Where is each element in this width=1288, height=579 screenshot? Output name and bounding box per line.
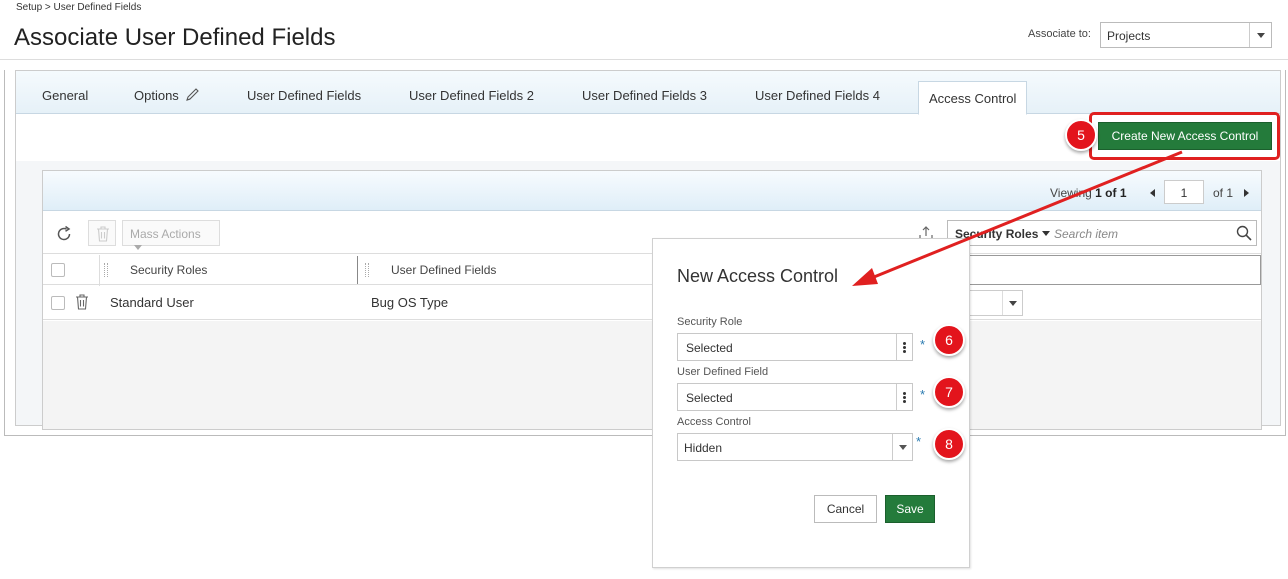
associate-to-value: Projects — [1107, 29, 1151, 43]
search-input[interactable]: Search item — [1054, 227, 1118, 241]
pager-of-label: of 1 — [1213, 186, 1234, 200]
step-badge-5: 5 — [1065, 119, 1097, 151]
column-header-security-roles[interactable]: Security Roles — [130, 263, 207, 277]
chevron-down-icon — [899, 445, 907, 450]
select-all-checkbox[interactable] — [51, 263, 65, 277]
tab-options-label: Options — [134, 88, 179, 103]
access-control-select[interactable]: Hidden — [677, 433, 913, 461]
grid-column-header-extra — [965, 255, 1261, 285]
row-access-control-dropdown-toggle[interactable] — [1002, 291, 1022, 315]
security-role-label: Security Role — [677, 316, 743, 328]
pager-page-input[interactable]: 1 — [1164, 180, 1204, 204]
more-vertical-icon[interactable] — [896, 384, 912, 410]
cell-user-defined-field: Bug OS Type — [371, 295, 449, 310]
security-role-field[interactable]: Selected — [677, 333, 913, 361]
user-defined-field-label: User Defined Field — [677, 366, 769, 378]
access-control-dropdown-toggle[interactable] — [892, 434, 912, 460]
column-grip-icon[interactable] — [365, 263, 369, 277]
column-divider — [357, 256, 358, 284]
step-badge-6: 6 — [933, 324, 965, 356]
associate-to-dropdown-toggle[interactable] — [1249, 23, 1271, 47]
tab-access-control[interactable]: Access Control — [918, 81, 1028, 115]
create-new-access-control-button[interactable]: Create New Access Control — [1098, 122, 1272, 150]
trash-icon — [97, 226, 109, 242]
tab-user-defined-fields-3[interactable]: User Defined Fields 3 — [582, 88, 707, 103]
access-control-value: Hidden — [684, 441, 723, 455]
user-defined-field-field[interactable]: Selected — [677, 383, 913, 411]
step-badge-8: 8 — [933, 428, 965, 460]
tab-options[interactable]: Options — [134, 88, 201, 103]
pager-next-icon[interactable] — [1244, 189, 1249, 197]
pager-prev-icon[interactable] — [1150, 189, 1155, 197]
dialog-title: New Access Control — [677, 266, 839, 286]
row-checkbox[interactable] — [51, 296, 65, 310]
associate-to-select[interactable]: Projects — [1100, 22, 1272, 48]
column-header-user-defined-fields[interactable]: User Defined Fields — [391, 263, 496, 277]
chevron-down-icon — [1257, 33, 1265, 38]
breadcrumb: Setup > User Defined Fields — [16, 2, 142, 13]
mass-actions-label: Mass Actions — [130, 227, 201, 241]
cancel-button[interactable]: Cancel — [814, 495, 877, 523]
required-marker: * — [916, 434, 922, 449]
column-grip-icon[interactable] — [104, 263, 108, 277]
refresh-icon[interactable] — [55, 225, 73, 243]
tab-user-defined-fields[interactable]: User Defined Fields — [247, 88, 361, 103]
access-control-label: Access Control — [677, 416, 751, 428]
search-icon[interactable] — [1236, 225, 1252, 241]
page-title: Associate User Defined Fields — [14, 24, 336, 51]
pencil-icon — [186, 88, 200, 101]
chevron-down-icon — [1042, 231, 1051, 236]
delete-button[interactable] — [88, 220, 116, 246]
mass-actions-dropdown[interactable]: Mass Actions — [122, 220, 220, 250]
step-badge-7: 7 — [933, 376, 965, 408]
header-divider — [0, 59, 1288, 60]
chevron-down-icon — [134, 245, 142, 250]
trash-icon[interactable] — [75, 294, 89, 310]
tab-user-defined-fields-2[interactable]: User Defined Fields 2 — [409, 88, 534, 103]
pager-viewing-label: Viewing — [1050, 186, 1092, 200]
save-button[interactable]: Save — [885, 495, 935, 523]
required-marker: * — [920, 337, 926, 352]
associate-to-label: Associate to: — [1028, 28, 1091, 40]
chevron-down-icon — [1009, 301, 1017, 306]
cell-security-role: Standard User — [110, 295, 194, 310]
pager-range: 1 of 1 — [1095, 186, 1127, 200]
security-role-value: Selected — [686, 341, 733, 355]
tab-general[interactable]: General — [42, 88, 88, 103]
tab-user-defined-fields-4[interactable]: User Defined Fields 4 — [755, 88, 880, 103]
required-marker: * — [920, 387, 926, 402]
user-defined-field-value: Selected — [686, 391, 733, 405]
pager-viewing-text: Viewing 1 of 1 — [1050, 186, 1127, 200]
more-vertical-icon[interactable] — [896, 334, 912, 360]
